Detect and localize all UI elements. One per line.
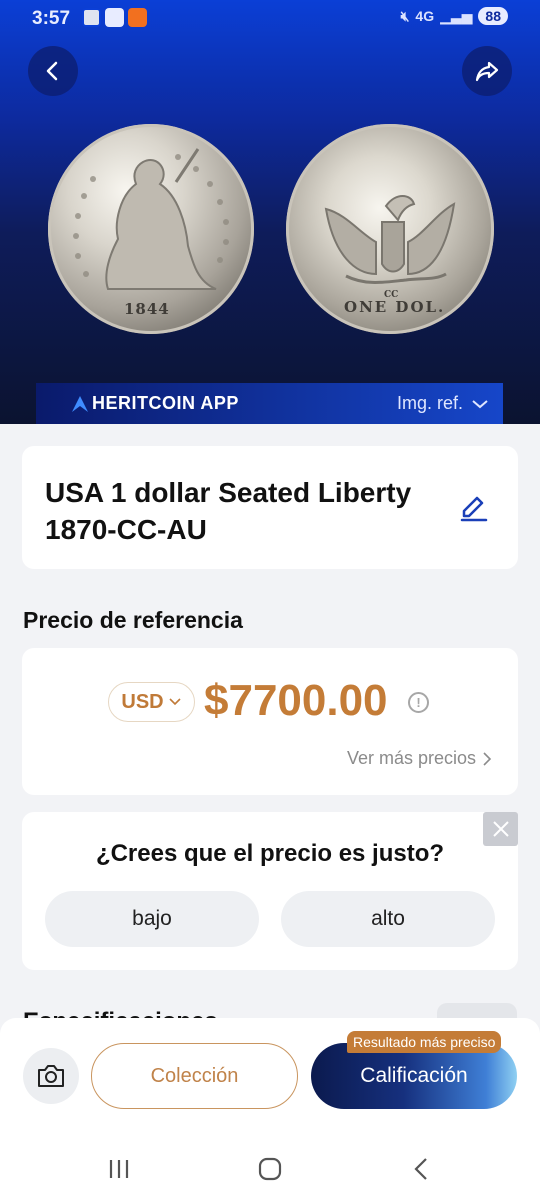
close-feedback-button[interactable]	[483, 812, 518, 846]
mute-icon: 🔇︎	[400, 7, 410, 24]
system-back-button[interactable]	[406, 1156, 436, 1182]
recents-button[interactable]	[104, 1156, 134, 1182]
close-icon	[492, 821, 509, 837]
coin-denomination: ONE DOL.	[344, 298, 446, 316]
reference-price: $7700.00	[204, 676, 388, 725]
share-button[interactable]	[462, 46, 512, 96]
feedback-question: ¿Crees que el precio es justo?	[95, 840, 445, 867]
more-prices-label: Ver más precios	[346, 748, 476, 768]
price-card: USD $7700.00 ! Ver más precios	[22, 648, 518, 795]
app-notification-icon	[105, 8, 124, 27]
system-nav-bar	[0, 1134, 540, 1204]
image-ref-label: Img. ref.	[396, 393, 463, 413]
battery-badge: 88	[478, 7, 508, 25]
recents-icon	[109, 1160, 129, 1178]
status-time: 3:57	[32, 8, 71, 29]
pencil-icon	[460, 496, 488, 522]
coin-title-card: USA 1 dollar Seated Liberty 1870-CC-AU	[22, 446, 518, 569]
camera-button[interactable]	[23, 1048, 79, 1104]
home-icon	[258, 1157, 282, 1181]
vote-high-button[interactable]: alto	[281, 891, 495, 947]
banner-logo-text: HERITCOIN APP	[92, 393, 239, 413]
precision-badge: Resultado más preciso	[347, 1031, 502, 1053]
share-icon	[475, 61, 499, 82]
chevron-down-icon	[169, 698, 181, 706]
chevron-down-icon	[472, 399, 488, 408]
hero-header: 3:57 🔇︎ 4G ▁▃▅ 88 1844 CC ONE DOL. HERIT…	[0, 0, 540, 424]
currency-label: USD	[121, 690, 164, 713]
image-reference-dropdown[interactable]: Img. ref.	[397, 393, 489, 414]
vote-low-button[interactable]: bajo	[45, 891, 259, 947]
network-label: 4G	[415, 8, 435, 24]
status-right: 🔇︎ 4G ▁▃▅ 88	[401, 7, 508, 25]
price-section-title: Precio de referencia	[23, 607, 243, 633]
heritcoin-logo: HERITCOIN APP	[70, 393, 239, 414]
status-bar: 3:57 🔇︎ 4G ▁▃▅ 88	[0, 0, 540, 36]
screenshot-icon	[82, 8, 101, 27]
more-prices-link[interactable]: Ver más precios	[347, 748, 492, 769]
info-icon[interactable]: !	[408, 692, 429, 713]
currency-selector[interactable]: USD	[108, 682, 195, 722]
coin-year: 1844	[124, 300, 170, 318]
collection-button[interactable]: Colección	[91, 1043, 298, 1109]
coin-obverse-image[interactable]: 1844	[48, 124, 254, 334]
home-button[interactable]	[255, 1156, 285, 1182]
camera-icon	[38, 1065, 64, 1087]
chevron-left-icon	[414, 1158, 427, 1180]
coin-reverse-image[interactable]: CC ONE DOL.	[286, 124, 494, 334]
chevron-left-icon	[46, 61, 58, 81]
brand-banner: HERITCOIN APP Img. ref.	[36, 383, 503, 424]
signal-icon: ▁▃▅	[440, 7, 473, 24]
edit-title-button[interactable]	[458, 492, 490, 524]
back-button[interactable]	[28, 46, 78, 96]
coin-title: USA 1 dollar Seated Liberty 1870-CC-AU	[45, 477, 412, 545]
shop-notification-icon	[128, 8, 147, 27]
chevron-right-icon	[483, 751, 492, 766]
logo-mark-icon	[72, 395, 88, 412]
notification-icons	[82, 8, 147, 27]
price-feedback-card: ¿Crees que el precio es justo? bajo alto	[22, 812, 518, 970]
